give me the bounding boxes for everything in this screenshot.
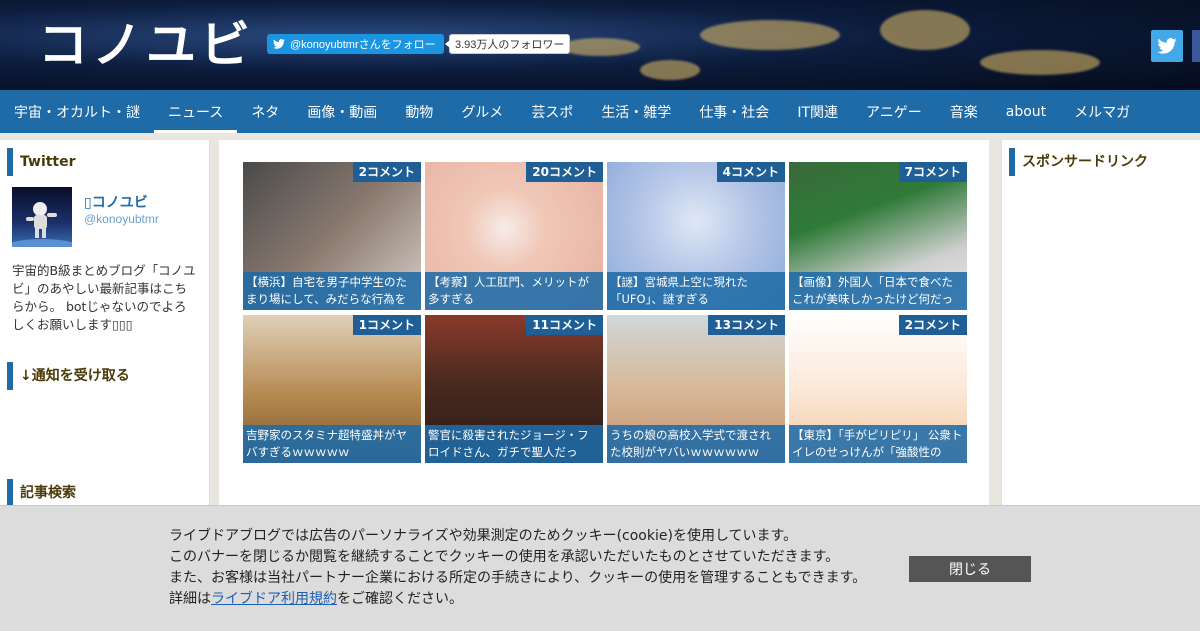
- article-title[interactable]: 【横浜】自宅を男子中学生のたまり場にして、みだらな行為を: [243, 272, 421, 310]
- profile-handle[interactable]: @konoyubtmr: [84, 212, 159, 226]
- nav-item[interactable]: 動物: [391, 90, 447, 133]
- nav-item[interactable]: 宇宙・オカルト・謎: [0, 90, 154, 133]
- astronaut-icon: [12, 202, 72, 247]
- comment-count-badge: 13コメント: [708, 315, 785, 335]
- profile-name[interactable]: ▯コノユビ: [84, 192, 148, 212]
- comment-count-badge: 1コメント: [352, 315, 421, 335]
- article-title[interactable]: うちの娘の高校入学式で渡された校則がヤバいｗｗｗｗｗｗ: [607, 425, 785, 463]
- article-card[interactable]: 13コメントうちの娘の高校入学式で渡された校則がヤバいｗｗｗｗｗｗ: [607, 315, 785, 463]
- terms-link[interactable]: ライブドア利用規約: [211, 591, 337, 607]
- site-logo[interactable]: コノユビ: [38, 12, 254, 78]
- nav-item[interactable]: 画像・動画: [293, 90, 391, 133]
- profile-description: 宇宙的B級まとめブログ「コノユビ」のあやしい最新記事はこちらから。 botじゃな…: [12, 263, 196, 332]
- cookie-line-1: ライブドアブログでは広告のパーソナライズや効果測定のためクッキー(cookie)…: [169, 528, 798, 544]
- follow-label: @konoyubtmrさんをフォロー: [290, 39, 436, 51]
- twitter-bird-icon: [273, 39, 285, 49]
- notify-heading: ↓通知を受け取る: [7, 362, 130, 390]
- twitter-share-button[interactable]: [1151, 30, 1183, 62]
- nav-item[interactable]: 芸スポ: [517, 90, 587, 133]
- cookie-post: をご確認ください。: [337, 591, 463, 607]
- cookie-line-4: 詳細はライブドア利用規約をご確認ください。: [169, 589, 866, 610]
- comment-count-badge: 20コメント: [526, 162, 603, 182]
- close-banner-button[interactable]: 閉じる: [909, 556, 1031, 582]
- twitter-follow-button[interactable]: @konoyubtmrさんをフォロー: [267, 34, 444, 54]
- comment-count-badge: 2コメント: [898, 315, 967, 335]
- article-title[interactable]: 吉野家のスタミナ超特盛丼がヤバすぎるｗｗｗｗｗ: [243, 425, 421, 463]
- cookie-text: ライブドアブログでは広告のパーソナライズや効果測定のためクッキー(cookie)…: [169, 526, 866, 610]
- article-title[interactable]: 警官に殺害されたジョージ・フロイドさん、ガチで聖人だっ: [425, 425, 603, 463]
- article-card[interactable]: 1コメント吉野家のスタミナ超特盛丼がヤバすぎるｗｗｗｗｗ: [243, 315, 421, 463]
- nav-item[interactable]: ニュース: [154, 90, 238, 133]
- follower-count[interactable]: 3.93万人のフォロワー: [444, 34, 571, 54]
- site-header: コノユビ @konoyubtmrさんをフォロー 3.93万人のフォロワー: [0, 0, 1200, 90]
- comment-count-badge: 7コメント: [898, 162, 967, 182]
- nav-item[interactable]: 音楽: [936, 90, 992, 133]
- cookie-banner: ライブドアブログでは広告のパーソナライズや効果測定のためクッキー(cookie)…: [0, 505, 1200, 631]
- search-heading: 記事検索: [7, 479, 76, 507]
- category-nav: 宇宙・オカルト・謎 ニュース ネタ 画像・動画 動物 グルメ 芸スポ 生活・雑学 仕事・社会 IT…: [0, 90, 1200, 133]
- sponsored-heading: スポンサードリンク: [1009, 148, 1148, 176]
- article-title[interactable]: 【東京】「手がピリピリ」 公衆トイレのせっけんが「強酸性の: [789, 425, 967, 463]
- nav-item[interactable]: ネタ: [237, 90, 293, 133]
- twitter-bird-icon: [1157, 38, 1177, 54]
- article-title[interactable]: 【謎】宮城県上空に現れた「UFO」、謎すぎる: [607, 272, 785, 310]
- nav-item[interactable]: IT関連: [783, 90, 852, 133]
- cookie-line-3: また、お客様は当社パートナー企業における所定の手続きにより、クッキーの使用を管理…: [169, 570, 867, 586]
- article-card[interactable]: 2コメント【東京】「手がピリピリ」 公衆トイレのせっけんが「強酸性の: [789, 315, 967, 463]
- right-sidebar: スポンサードリンク: [1001, 140, 1200, 520]
- nav-item[interactable]: 生活・雑学: [587, 90, 685, 133]
- article-card[interactable]: 20コメント【考察】人工肛門、メリットが多すぎる: [425, 162, 603, 310]
- comment-count-badge: 11コメント: [526, 315, 603, 335]
- avatar[interactable]: [12, 187, 72, 247]
- nav-item[interactable]: about: [992, 90, 1060, 133]
- nav-item[interactable]: メルマガ: [1060, 90, 1144, 133]
- main-content: 2コメント 【横浜】自宅を男子中学生のたまり場にして、みだらな行為を 20コメント【…: [219, 140, 989, 520]
- nav-item[interactable]: 仕事・社会: [685, 90, 783, 133]
- facebook-share-button[interactable]: [1192, 30, 1200, 62]
- article-title[interactable]: 【画像】外国人「日本で食べたこれが美味しかったけど何だっ: [789, 272, 967, 310]
- nav-item[interactable]: アニゲー: [852, 90, 936, 133]
- cookie-line-2: このバナーを閉じるか閲覧を継続することでクッキーの使用を承認いただいたものとさせ…: [169, 549, 840, 565]
- cookie-pre: 詳細は: [169, 591, 211, 607]
- nav-item[interactable]: グルメ: [447, 90, 517, 133]
- comment-count-badge: 4コメント: [716, 162, 785, 182]
- article-card[interactable]: 4コメント【謎】宮城県上空に現れた「UFO」、謎すぎる: [607, 162, 785, 310]
- twitter-heading: Twitter: [7, 148, 76, 176]
- article-card[interactable]: 11コメント警官に殺害されたジョージ・フロイドさん、ガチで聖人だっ: [425, 315, 603, 463]
- comment-count-badge: 2コメント: [352, 162, 421, 182]
- article-title[interactable]: 【考察】人工肛門、メリットが多すぎる: [425, 272, 603, 310]
- article-card[interactable]: 7コメント【画像】外国人「日本で食べたこれが美味しかったけど何だっ: [789, 162, 967, 310]
- left-sidebar: Twitter ▯コノユビ @konoyubtmr 宇宙的B級まとめブログ「コノ…: [0, 140, 210, 520]
- article-card[interactable]: 2コメント【横浜】自宅を男子中学生のたまり場にして、みだらな行為を: [243, 162, 421, 310]
